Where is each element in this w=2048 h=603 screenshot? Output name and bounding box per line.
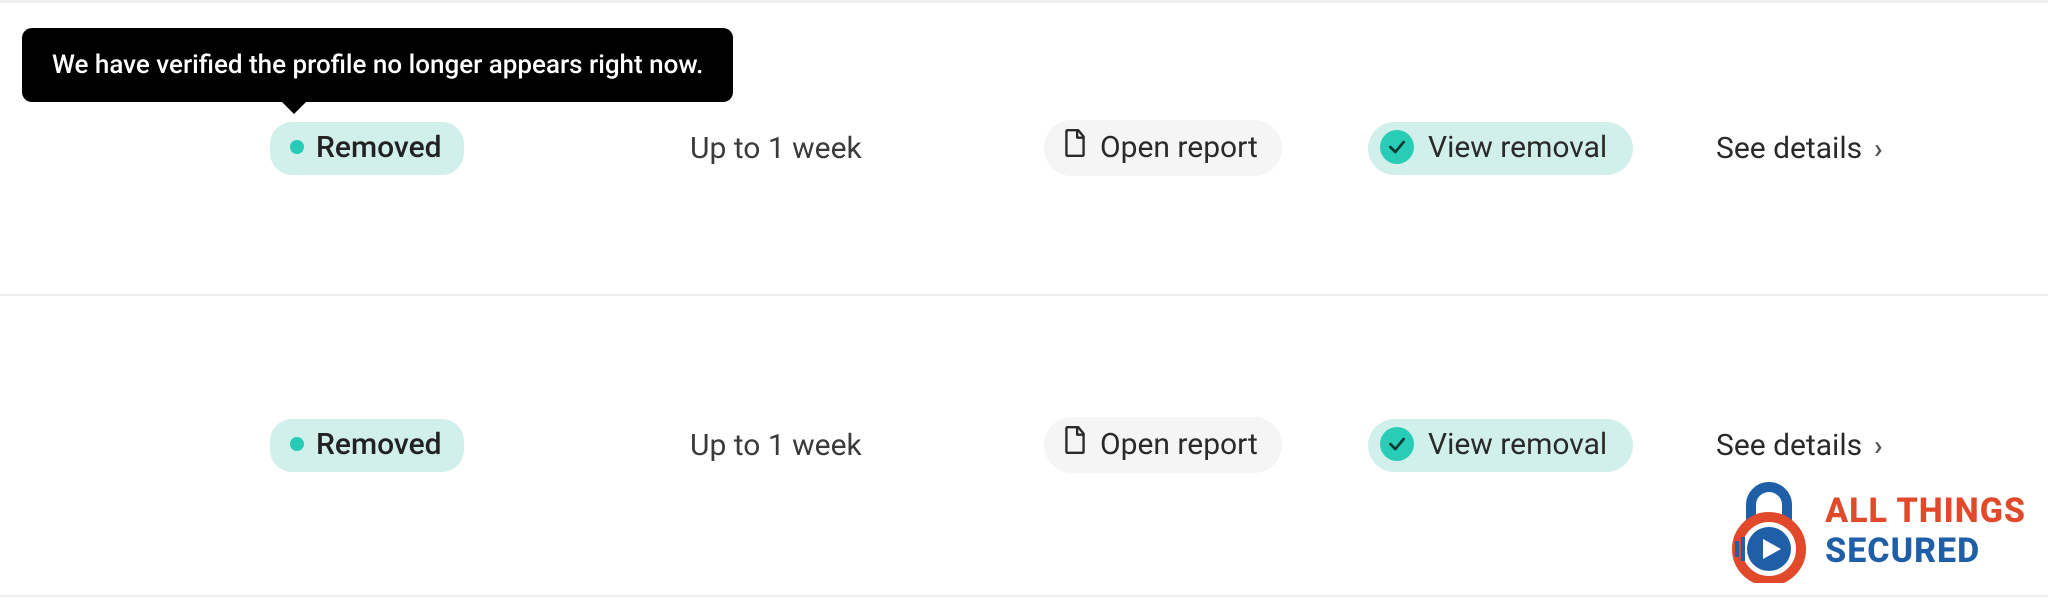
see-details-link[interactable]: See details › [1716, 428, 1883, 463]
top-divider [0, 0, 2048, 3]
brand-line1: ALL THINGS [1825, 494, 2026, 528]
see-details-link[interactable]: See details › [1716, 131, 1883, 166]
view-removal-label: View removal [1428, 130, 1607, 165]
brand-text: ALL THINGS SECURED [1825, 494, 2026, 568]
lock-play-icon [1727, 479, 1811, 583]
status-label: Removed [316, 427, 442, 462]
see-details-label: See details [1716, 428, 1862, 463]
view-removal-label: View removal [1428, 427, 1607, 462]
check-circle-icon [1380, 427, 1414, 461]
chevron-right-icon: › [1874, 429, 1882, 462]
open-report-button[interactable]: Open report [1044, 120, 1282, 176]
row-divider [0, 294, 2048, 296]
duration-text: Up to 1 week [690, 428, 862, 463]
tooltip-text: We have verified the profile no longer a… [52, 50, 703, 80]
file-icon [1062, 128, 1088, 166]
profile-row: Removed Up to 1 week Open report View re… [0, 108, 2048, 188]
profile-row: Removed Up to 1 week Open report View re… [0, 405, 2048, 485]
view-removal-button[interactable]: View removal [1368, 419, 1633, 472]
open-report-label: Open report [1100, 427, 1258, 462]
open-report-button[interactable]: Open report [1044, 417, 1282, 473]
status-label: Removed [316, 130, 442, 165]
chevron-right-icon: › [1874, 132, 1882, 165]
open-report-label: Open report [1100, 130, 1258, 165]
view-removal-button[interactable]: View removal [1368, 122, 1633, 175]
file-icon [1062, 425, 1088, 463]
status-badge: Removed [270, 122, 464, 175]
duration-text: Up to 1 week [690, 131, 862, 166]
check-circle-icon [1380, 130, 1414, 164]
status-badge: Removed [270, 419, 464, 472]
brand-watermark: ALL THINGS SECURED [1727, 479, 2026, 583]
see-details-label: See details [1716, 131, 1862, 166]
status-tooltip: We have verified the profile no longer a… [22, 28, 733, 102]
brand-line2: SECURED [1825, 534, 2026, 568]
row-divider [0, 595, 2048, 597]
status-dot-icon [290, 437, 304, 451]
status-dot-icon [290, 140, 304, 154]
